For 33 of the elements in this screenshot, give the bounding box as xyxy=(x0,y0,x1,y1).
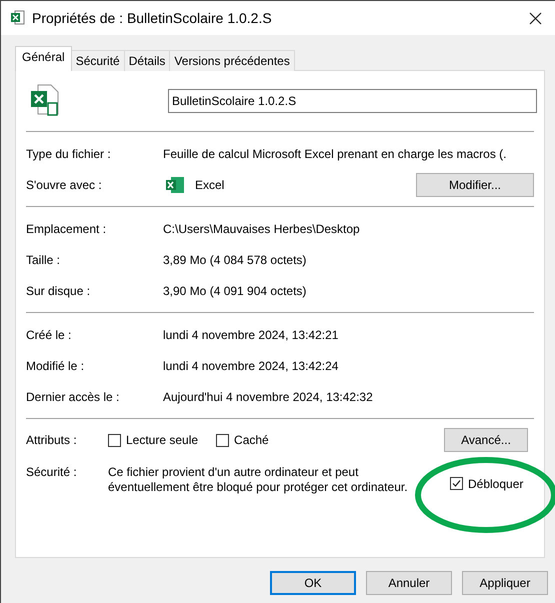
dialog-button[interactable]: Appliquer xyxy=(462,571,548,595)
dialog-button[interactable]: OK xyxy=(270,571,356,595)
window-title: Propriétés de : BulletinScolaire 1.0.2.S xyxy=(32,10,273,26)
property-label: Type du fichier : xyxy=(26,146,112,160)
property-label: Créé le : xyxy=(26,328,72,342)
property-value: 3,89 Mo (4 084 578 octets) xyxy=(163,252,306,266)
tab[interactable]: Détails xyxy=(124,50,170,71)
property-label: Emplacement : xyxy=(26,222,108,236)
property-value: lundi 4 novembre 2024, 13:42:24 xyxy=(163,358,338,372)
property-label: Modifié le : xyxy=(26,358,86,372)
property-value: Aujourd'hui 4 novembre 2024, 13:42:32 xyxy=(163,390,373,404)
property-label: S'ouvre avec : xyxy=(26,178,103,192)
attributes-label: Attributs : xyxy=(26,433,78,447)
property-value: Feuille de calcul Microsoft Excel prenant en charge les macros (. xyxy=(163,146,506,160)
change-button[interactable]: Modifier... xyxy=(416,172,534,196)
advanced-button[interactable]: Avancé... xyxy=(444,428,528,452)
property-value: lundi 4 novembre 2024, 13:42:21 xyxy=(163,328,338,342)
checkbox-label: Caché xyxy=(234,433,269,447)
security-label: Sécurité : xyxy=(26,465,78,481)
property-value: C:\Users\Mauvaises Herbes\Desktop xyxy=(163,222,360,236)
file-name-field[interactable]: BulletinScolaire 1.0.2.S xyxy=(168,89,537,113)
tab[interactable]: Sécurité xyxy=(70,50,125,71)
property-label: Dernier accès le : xyxy=(26,390,120,404)
property-label: Taille : xyxy=(26,252,62,266)
checkbox-label: Débloquer xyxy=(468,476,524,490)
tab[interactable]: Général xyxy=(15,46,72,71)
dialog-button[interactable]: Annuler xyxy=(366,571,452,595)
property-value: Excel xyxy=(195,178,224,192)
tab[interactable]: Versions précédentes xyxy=(169,50,295,71)
security-message: Ce fichier provient d'un autre ordinateur et peut éventuellement être bloqué pour protéger cet ordinateur. xyxy=(108,465,409,495)
property-value: 3,90 Mo (4 091 904 octets) xyxy=(163,284,306,298)
property-label: Sur disque : xyxy=(26,284,92,298)
checkbox-label: Lecture seule xyxy=(126,433,198,447)
